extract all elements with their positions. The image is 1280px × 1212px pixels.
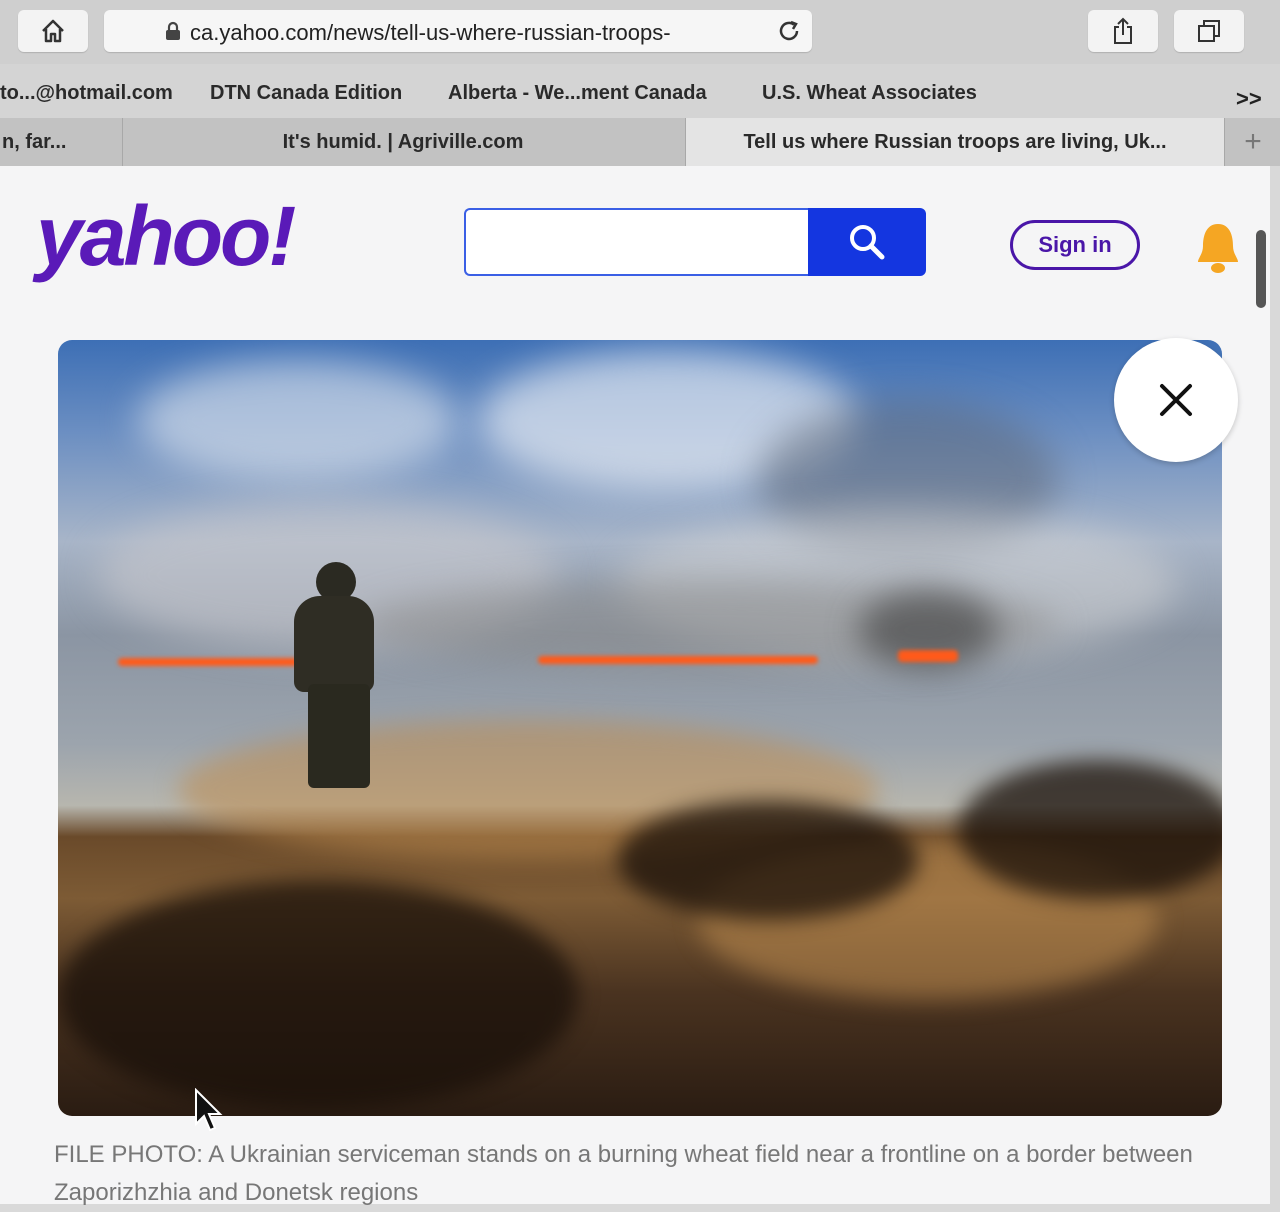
reload-icon[interactable] [776,18,802,44]
bell-icon[interactable] [1194,220,1242,276]
sign-in-button[interactable]: Sign in [1010,220,1140,270]
tab-agriville[interactable]: It's humid. | Agriville.com [121,118,686,166]
photo-caption: FILE PHOTO: A Ukrainian serviceman stand… [54,1141,1193,1206]
bookmark-item[interactable]: U.S. Wheat Associates [762,82,977,105]
search-button[interactable] [808,208,926,276]
new-tab-button[interactable]: + [1226,118,1280,166]
bookmark-item[interactable]: Alberta - We...ment Canada [448,82,707,105]
soldier-figure-legs [308,684,370,788]
bookmarks-bar: to...@hotmail.com DTN Canada Edition Alb… [0,64,1280,119]
home-icon [42,19,64,43]
tab-yahoo-article-active[interactable]: Tell us where Russian troops are living,… [686,118,1225,166]
tab-label: Tell us where Russian troops are living,… [743,130,1167,153]
tab-label: It's humid. | Agriville.com [282,130,524,153]
close-icon [1160,384,1192,416]
tab-1[interactable]: n, far... [0,118,123,166]
share-icon [1114,17,1132,44]
browser-toolbar: ca.yahoo.com/news/tell-us-where-russian-… [0,0,1280,64]
search-icon [850,225,885,260]
tabs-icon [1198,20,1220,42]
tab-label: n, far... [2,130,67,153]
home-button[interactable] [18,10,88,52]
tab-strip: n, far... It's humid. | Agriville.com Te… [0,118,1280,166]
web-page: yahoo! Sign in FILE PHOTO: A Ukrainian s… [0,166,1270,1206]
bookmarks-overflow-button[interactable]: >> [1236,86,1262,112]
scrollbar-thumb[interactable] [1256,230,1266,308]
tabs-overview-button[interactable] [1174,10,1244,52]
share-button[interactable] [1088,10,1158,52]
mouse-cursor-icon [195,1088,223,1132]
lock-icon [166,21,180,40]
url-text: ca.yahoo.com/news/tell-us-where-russian-… [190,20,671,45]
article-photo [58,340,1222,1116]
yahoo-logo[interactable]: yahoo! [36,194,296,278]
bookmark-item[interactable]: to...@hotmail.com [0,82,173,105]
bookmark-item[interactable]: DTN Canada Edition [210,82,402,105]
soldier-figure-body [294,596,374,692]
address-bar[interactable]: ca.yahoo.com/news/tell-us-where-russian-… [104,10,812,52]
search-input[interactable] [464,208,808,276]
close-button[interactable] [1114,338,1238,462]
